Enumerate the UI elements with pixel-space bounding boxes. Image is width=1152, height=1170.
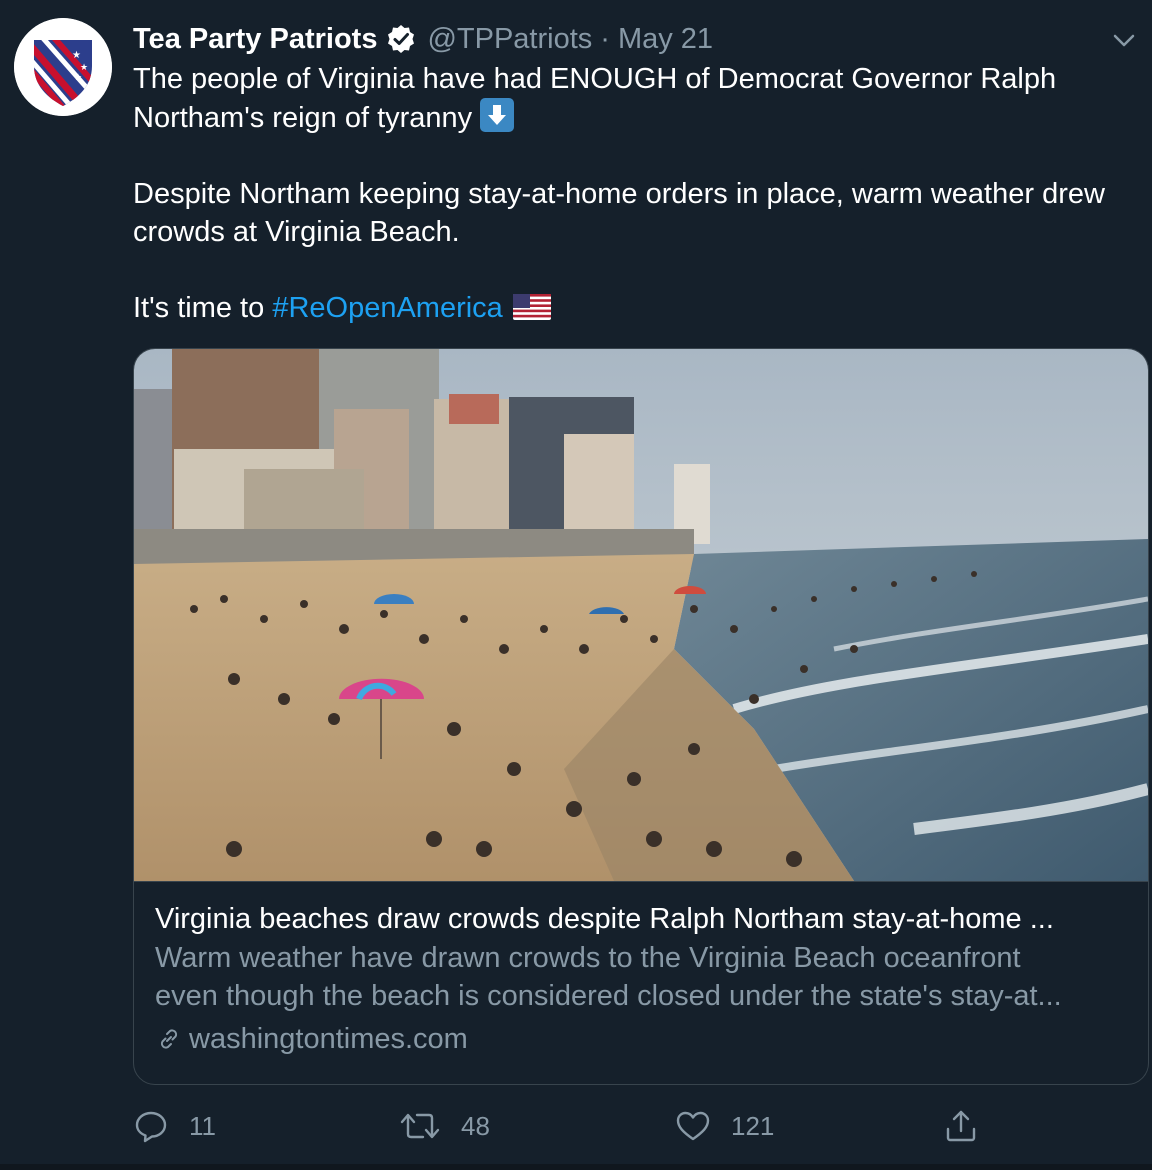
us-flag-emoji-icon — [512, 292, 551, 320]
tweet-line-1: The people of Virginia have had ENOUGH o… — [133, 63, 1057, 134]
down-arrow-emoji-icon — [480, 98, 515, 132]
retweet-count: 48 — [461, 1110, 490, 1141]
tweet-para3-prefix: It's time to — [133, 292, 265, 324]
avatar[interactable]: ★ ★ ★ — [14, 18, 112, 116]
card-image[interactable] — [134, 349, 1148, 881]
reply-count: 11 — [189, 1110, 216, 1141]
tweet-date[interactable]: May 21 — [618, 23, 713, 56]
card-description-line-2: even though the beach is considered clos… — [155, 980, 1062, 1012]
card-title[interactable]: Virginia beaches draw crowds despite Ral… — [155, 899, 1135, 939]
tweet-paragraph-1: The people of Virginia have had ENOUGH o… — [133, 60, 1133, 137]
shield-flag-logo-icon: ★ ★ ★ — [14, 18, 112, 116]
share-button[interactable] — [943, 1104, 999, 1148]
card-description: Warm weather have drawn crowds to the Vi… — [155, 939, 1135, 1015]
tweet-paragraph-3: It's time to #ReOpenAmerica — [133, 289, 1133, 327]
heart-icon — [676, 1111, 710, 1141]
link-icon — [160, 1029, 178, 1049]
tweet-actions: 11 48 121 — [133, 1104, 1133, 1148]
card-divider — [134, 881, 1148, 882]
card-description-line-1: Warm weather have drawn crowds to the Vi… — [155, 942, 1021, 974]
beach-photo — [134, 349, 1148, 881]
svg-text:★: ★ — [74, 73, 82, 83]
card-domain[interactable]: washingtontimes.com — [155, 1017, 1135, 1061]
tweet-text: The people of Virginia have had ENOUGH o… — [133, 60, 1133, 327]
like-count: 121 — [731, 1110, 775, 1141]
tweet-header: Tea Party Patriots @TPPatriots · May 21 — [133, 18, 1133, 60]
reply-icon — [135, 1111, 167, 1143]
handle[interactable]: @TPPatriots — [427, 23, 592, 56]
tweet[interactable]: ★ ★ ★ Tea Party Patriots @TPPatriots · M… — [0, 0, 1152, 1170]
display-name[interactable]: Tea Party Patriots — [133, 23, 377, 56]
reply-button[interactable]: 11 — [133, 1104, 216, 1148]
separator: · — [600, 22, 610, 55]
chevron-down-icon[interactable] — [1110, 26, 1138, 54]
retweet-button[interactable]: 48 — [399, 1104, 490, 1148]
svg-text:★: ★ — [80, 63, 88, 73]
card-domain-text: washingtontimes.com — [189, 1023, 468, 1055]
share-icon — [946, 1110, 976, 1142]
link-card[interactable]: Virginia beaches draw crowds despite Ral… — [133, 348, 1149, 1085]
bottom-divider — [0, 1164, 1152, 1170]
svg-text:★: ★ — [72, 50, 81, 61]
card-text[interactable]: Virginia beaches draw crowds despite Ral… — [155, 899, 1135, 1061]
tweet-content: Tea Party Patriots @TPPatriots · May 21 … — [133, 18, 1133, 327]
hashtag-link[interactable]: #ReOpenAmerica — [272, 292, 503, 324]
retweet-icon — [400, 1113, 440, 1139]
like-button[interactable]: 121 — [675, 1104, 774, 1148]
tweet-paragraph-2: Despite Northam keeping stay-at-home ord… — [133, 178, 1105, 248]
verified-badge-icon — [385, 23, 417, 55]
